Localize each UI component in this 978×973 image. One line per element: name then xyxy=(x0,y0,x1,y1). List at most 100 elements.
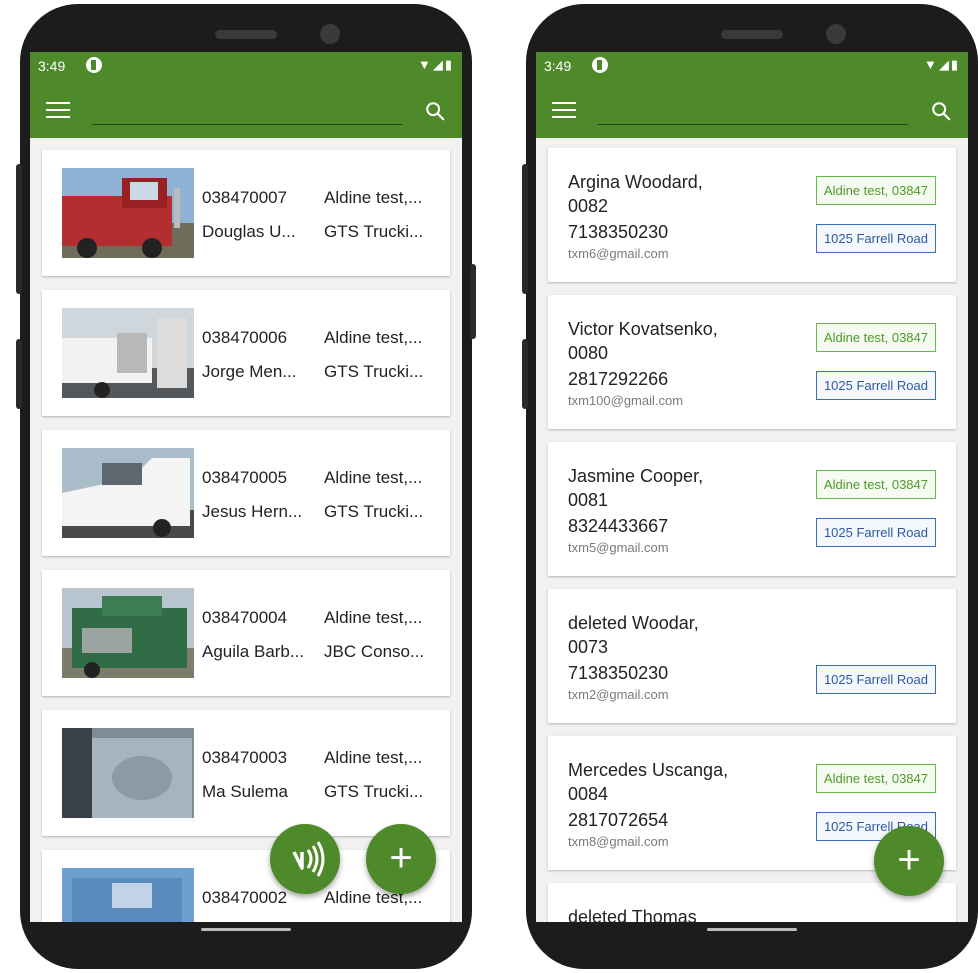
home-indicator[interactable] xyxy=(201,928,291,931)
truck-photo xyxy=(62,308,194,398)
volume-key xyxy=(16,164,22,294)
company-name: GTS Trucki... xyxy=(324,782,424,801)
vehicle-id: 038470004 xyxy=(202,608,288,627)
location-tag[interactable]: Aldine test, 03847 xyxy=(815,764,936,793)
contact-name: Jasmine Cooper, xyxy=(568,466,704,486)
contact-list: Argina Woodard, 0082 7138350230 txm6@gma… xyxy=(536,138,968,922)
address-tag[interactable]: 1025 Farrell Road xyxy=(815,371,936,400)
vehicle-id: 038470003 xyxy=(202,748,288,767)
truck-photo xyxy=(62,448,194,538)
driver-name: Jorge Men... xyxy=(202,362,297,381)
list-item[interactable]: 038470007 Aldine test,... Douglas U... G… xyxy=(42,150,450,276)
search-input[interactable] xyxy=(598,124,908,125)
right-phone-frame: 3:49 ▼◢▮ Argina Woodard, 0082 7138350230… xyxy=(522,4,978,969)
status-time: 3:49 xyxy=(544,58,572,74)
left-screen: 3:49 ▼◢▮ 038470007 Aldine test,... Dougl… xyxy=(30,52,462,922)
volume-key xyxy=(522,164,528,294)
app-bar xyxy=(536,82,968,138)
vehicle-location: Aldine test,... xyxy=(324,888,423,907)
contact-email: txm100@gmail.com xyxy=(568,393,684,408)
status-time: 3:49 xyxy=(38,58,66,74)
contact-email: txm2@gmail.com xyxy=(568,687,669,702)
right-screen: 3:49 ▼◢▮ Argina Woodard, 0082 7138350230… xyxy=(536,52,968,922)
contact-code: 0080 xyxy=(568,343,609,363)
hamburger-menu-icon[interactable] xyxy=(46,102,70,120)
contact-name: deleted Woodar, xyxy=(568,613,699,633)
contact-email: txm8@gmail.com xyxy=(568,834,669,849)
contact-card[interactable]: deleted Woodar, 0073 7138350230 txm2@gma… xyxy=(548,589,956,723)
vehicle-location: Aldine test,... xyxy=(324,188,423,207)
driver-name: Ma Sulema xyxy=(202,782,288,801)
truck-photo xyxy=(62,868,194,922)
left-phone-frame: 3:49 ▼◢▮ 038470007 Aldine test,... Dougl… xyxy=(16,4,476,969)
nfc-scan-button[interactable] xyxy=(270,824,340,894)
speaker-grill xyxy=(215,30,277,39)
contact-email: txm6@gmail.com xyxy=(568,246,669,261)
address-tag[interactable]: 1025 Farrell Road xyxy=(815,665,936,694)
company-name: GTS Trucki... xyxy=(324,502,424,521)
contact-phone: 2817292266 xyxy=(568,369,669,389)
hamburger-menu-icon[interactable] xyxy=(552,102,576,120)
search-icon[interactable] xyxy=(424,100,446,122)
app-notification-icon xyxy=(592,57,608,73)
power-key xyxy=(16,339,22,409)
contact-phone: 8324433667 xyxy=(568,516,669,536)
front-camera xyxy=(320,24,340,44)
power-key xyxy=(522,339,528,409)
system-status-icons: ▼◢▮ xyxy=(923,57,960,72)
truck-photo xyxy=(62,728,194,818)
status-bar: 3:49 ▼◢▮ xyxy=(536,52,968,82)
app-notification-icon xyxy=(86,57,102,73)
home-indicator[interactable] xyxy=(707,928,797,931)
vehicle-location: Aldine test,... xyxy=(324,468,423,487)
contact-name: Argina Woodard, xyxy=(568,172,703,192)
contact-name: Victor Kovatsenko, xyxy=(568,319,718,339)
contact-name: Mercedes Uscanga, xyxy=(568,760,729,780)
contact-card[interactable]: Jasmine Cooper, 0081 8324433667 txm5@gma… xyxy=(548,442,956,576)
contact-phone: 7138350230 xyxy=(568,222,669,242)
contact-card[interactable]: Argina Woodard, 0082 7138350230 txm6@gma… xyxy=(548,148,956,282)
contact-code: 0084 xyxy=(568,784,609,804)
driver-name: Douglas U... xyxy=(202,222,296,241)
contact-card[interactable]: Victor Kovatsenko, 0080 2817292266 txm10… xyxy=(548,295,956,429)
contact-code: 0073 xyxy=(568,637,609,657)
search-icon[interactable] xyxy=(930,100,952,122)
speaker-grill xyxy=(721,30,783,39)
list-item[interactable]: 038470004 Aldine test,... Aguila Barb...… xyxy=(42,570,450,696)
address-tag[interactable]: 1025 Farrell Road xyxy=(815,518,936,547)
company-name: JBC Conso... xyxy=(324,642,425,661)
contact-code: 0081 xyxy=(568,490,609,510)
vehicle-id: 038470006 xyxy=(202,328,288,347)
add-vehicle-button[interactable]: + xyxy=(366,824,436,894)
nfc-icon xyxy=(292,841,325,877)
driver-name: Jesus Hern... xyxy=(202,502,303,521)
contact-code: 0082 xyxy=(568,196,609,216)
vehicle-id: 038470005 xyxy=(202,468,288,487)
contact-phone: 2817072654 xyxy=(568,810,669,830)
add-contact-button[interactable]: + xyxy=(874,826,944,896)
contact-email: txm5@gmail.com xyxy=(568,540,669,555)
vehicle-location: Aldine test,... xyxy=(324,608,423,627)
location-tag[interactable]: Aldine test, 03847 xyxy=(815,470,936,499)
company-name: GTS Trucki... xyxy=(324,362,424,381)
list-item[interactable]: 038470005 Aldine test,... Jesus Hern... … xyxy=(42,430,450,556)
vehicle-location: Aldine test,... xyxy=(324,748,423,767)
front-camera xyxy=(826,24,846,44)
contact-phone: 7138350230 xyxy=(568,663,669,683)
list-item[interactable]: 038470003 Aldine test,... Ma Sulema GTS … xyxy=(42,710,450,836)
side-key xyxy=(470,264,476,339)
location-tag[interactable]: Aldine test, 03847 xyxy=(815,176,936,205)
location-tag[interactable]: Aldine test, 03847 xyxy=(815,323,936,352)
system-status-icons: ▼◢▮ xyxy=(417,57,454,72)
truck-photo xyxy=(62,588,194,678)
search-input[interactable] xyxy=(92,124,402,125)
address-tag[interactable]: 1025 Farrell Road xyxy=(815,224,936,253)
status-bar: 3:49 ▼◢▮ xyxy=(30,52,462,82)
vehicle-id: 038470007 xyxy=(202,188,288,207)
list-item[interactable]: 038470006 Aldine test,... Jorge Men... G… xyxy=(42,290,450,416)
driver-name: Aguila Barb... xyxy=(202,642,305,661)
plus-icon: + xyxy=(389,836,413,880)
company-name: GTS Trucki... xyxy=(324,222,424,241)
contact-name: deleted Thomas xyxy=(568,907,697,922)
truck-photo xyxy=(62,168,194,258)
